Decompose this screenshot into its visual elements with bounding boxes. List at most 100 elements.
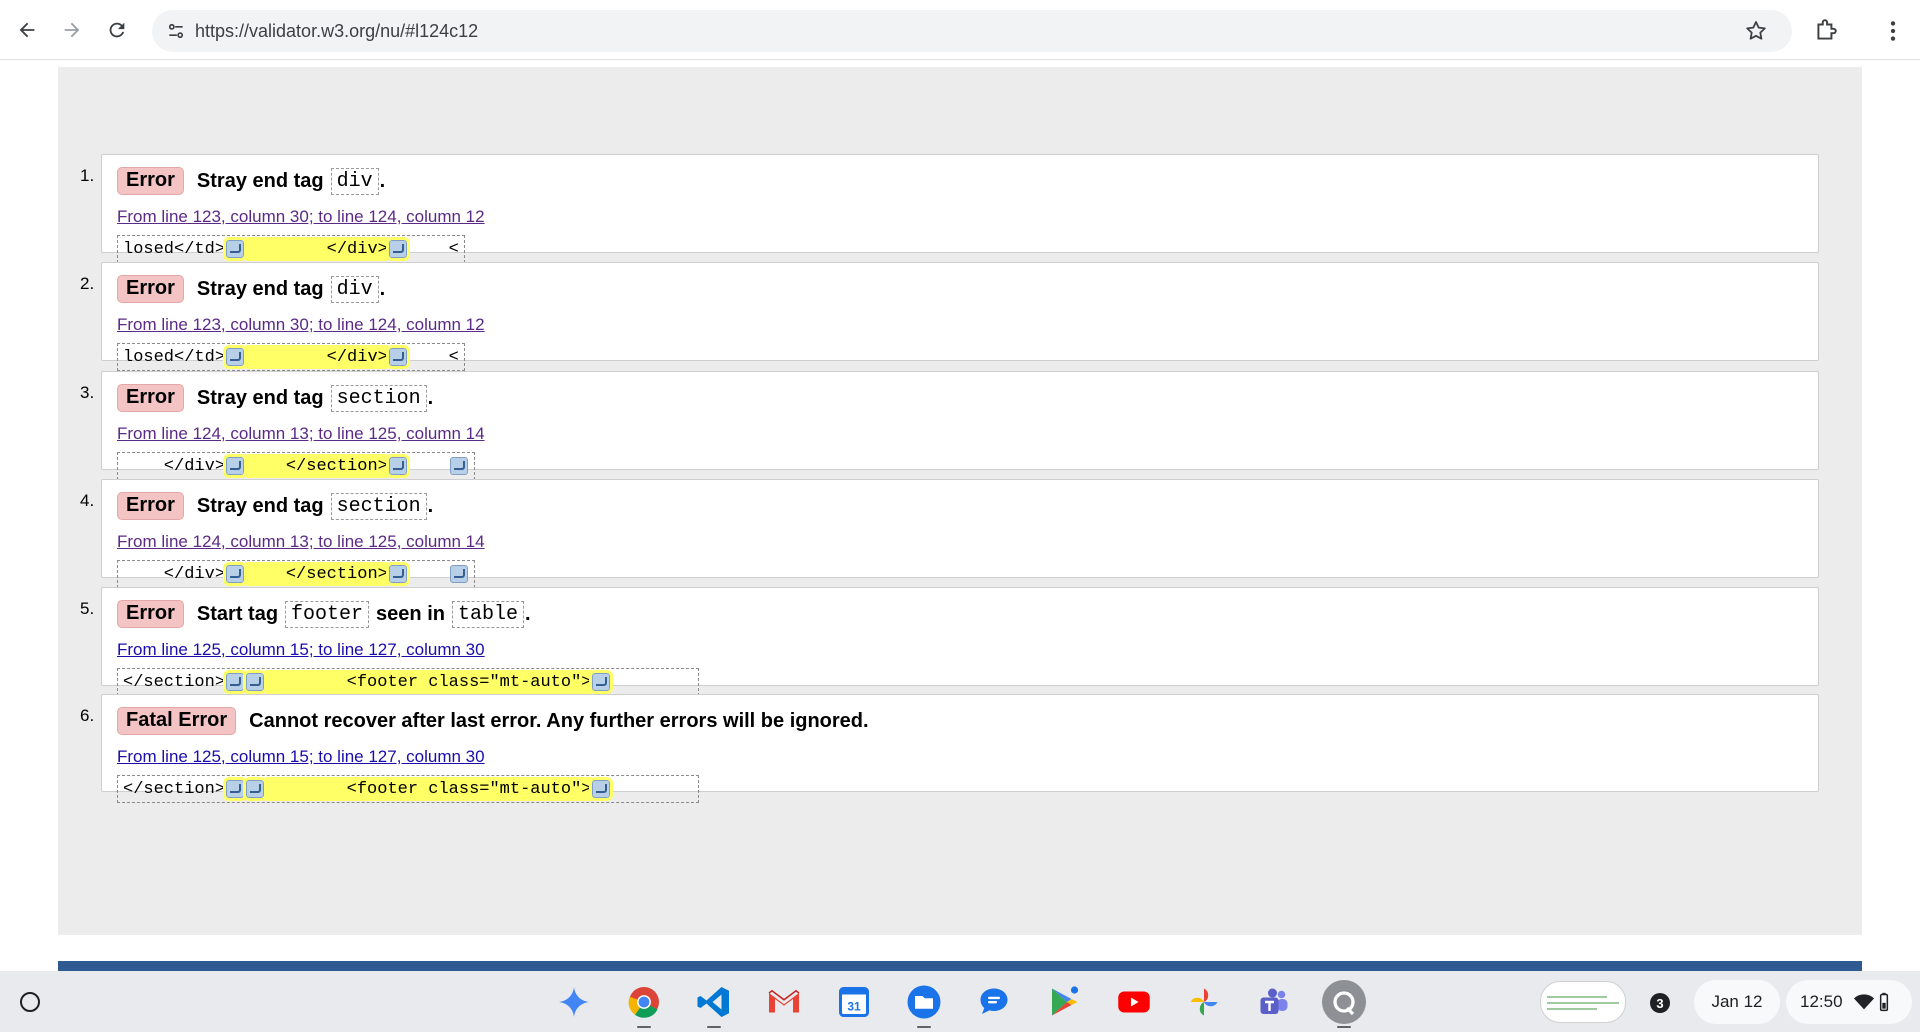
line-break-icon	[385, 237, 410, 261]
message-heading: Error Start tag footer seen in table.	[117, 600, 531, 628]
forward-button[interactable]	[54, 12, 90, 48]
extensions-icon[interactable]	[1813, 18, 1839, 44]
date-button[interactable]: Jan 12	[1694, 980, 1780, 1024]
extract-text: </div>	[123, 456, 226, 476]
messages-icon[interactable]	[972, 980, 1016, 1024]
message-number: 4.	[80, 491, 95, 510]
extract-text: losed</td>	[123, 347, 226, 367]
gemini-icon[interactable]	[552, 980, 596, 1024]
location-link[interactable]: From line 124, column 13; to line 125, c…	[117, 424, 485, 444]
vscode-icon[interactable]	[692, 980, 736, 1028]
message-code: footer	[285, 600, 370, 628]
error-type-badge: Error	[117, 167, 184, 195]
message-text: Cannot recover after last error. Any fur…	[249, 709, 869, 732]
message-text: .	[427, 494, 434, 517]
extract-highlight: <footer class="mt-auto">	[265, 777, 592, 801]
error-type-badge: Error	[117, 492, 184, 520]
bookmark-star-icon[interactable]	[1744, 19, 1768, 43]
error-type-badge: Error	[117, 275, 184, 303]
location-link[interactable]: From line 123, column 30; to line 124, c…	[117, 207, 485, 227]
launcher-button[interactable]	[20, 992, 40, 1012]
running-indicator	[707, 1026, 721, 1028]
back-button[interactable]	[9, 12, 45, 48]
source-extract: </section> <footer class="mt-auto">	[117, 668, 700, 696]
footer-bar	[58, 961, 1862, 971]
extract-text	[611, 780, 693, 799]
running-indicator	[1337, 1026, 1351, 1028]
extract-highlight: <footer class="mt-auto">	[265, 670, 592, 694]
address-bar[interactable]: https://validator.w3.org/nu/#l124c12	[152, 10, 1792, 52]
extract-text: losed</td>	[123, 239, 226, 259]
message-item: Fatal Error Cannot recover after last err…	[101, 694, 1819, 803]
line-break-icon	[385, 454, 410, 478]
location-link[interactable]: From line 123, column 30; to line 124, c…	[117, 315, 485, 335]
site-info-icon[interactable]	[164, 19, 188, 43]
message-item: Error Start tag footer seen in table. From li…	[101, 587, 1819, 696]
message-item: Error Stray end tag section. From line 124,…	[101, 479, 1819, 588]
message-heading: Error Stray end tag section.	[117, 492, 433, 520]
line-break-icon	[223, 562, 248, 586]
photos-icon[interactable]	[1182, 980, 1226, 1024]
source-extract: </section> <footer class="mt-auto">	[117, 775, 700, 803]
files-icon[interactable]	[902, 980, 946, 1028]
location-link[interactable]: From line 124, column 13; to line 125, c…	[117, 532, 485, 552]
message-text: .	[379, 169, 386, 192]
message-heading: Error Stray end tag div.	[117, 275, 385, 303]
reload-icon	[109, 22, 125, 38]
message-text: Start tag	[196, 602, 279, 625]
message-number: 2.	[80, 274, 95, 293]
line-break-icon	[589, 670, 614, 694]
play-store-icon[interactable]	[1042, 980, 1086, 1024]
message-code: div	[330, 167, 379, 195]
calendar-icon[interactable]: 31	[832, 980, 876, 1024]
message-number: 5.	[80, 599, 95, 618]
line-break-icon	[223, 454, 248, 478]
status-area[interactable]: 12:50	[1786, 980, 1912, 1024]
reload-button[interactable]	[99, 12, 135, 48]
teams-icon[interactable]	[1252, 980, 1296, 1024]
message-number: 6.	[80, 706, 95, 725]
notification-count-badge[interactable]: 3	[1650, 993, 1670, 1013]
message-code: section	[330, 492, 427, 520]
error-type-badge: Error	[117, 600, 184, 628]
location-link[interactable]: From line 125, column 15; to line 127, c…	[117, 640, 485, 660]
kebab-menu-icon[interactable]	[1880, 18, 1906, 44]
arrow-left-icon	[19, 22, 35, 38]
message-text: Stray end tag	[196, 494, 324, 517]
location-link[interactable]: From line 125, column 15; to line 127, c…	[117, 747, 485, 767]
running-indicator	[917, 1026, 931, 1028]
extract-text: <	[407, 347, 459, 367]
line-break-icon	[449, 565, 468, 583]
screen-thumbnail[interactable]	[1540, 981, 1626, 1023]
os-shelf: 31 3 Jan 12 12:50	[0, 971, 1920, 1032]
source-extract: </div> </section>	[117, 560, 475, 588]
message-text: Stray end tag	[196, 386, 324, 409]
extract-text	[611, 673, 693, 692]
message-number: 3.	[80, 383, 95, 402]
source-extract: losed</td> </div> <	[117, 343, 465, 371]
battery-icon	[1879, 992, 1888, 1012]
line-break-icon	[223, 345, 248, 369]
line-break-icon	[589, 777, 614, 801]
message-item: Error Stray end tag div. From line 123, col…	[101, 154, 1819, 263]
extract-highlight: </section>	[245, 454, 388, 478]
gmail-icon[interactable]	[762, 980, 806, 1024]
line-break-icon	[223, 237, 248, 261]
extract-text: </section>	[123, 672, 226, 692]
source-extract: </div> </section>	[117, 452, 475, 480]
page-content: 1. Error Stray end tag div. From line 123, c…	[0, 61, 1920, 971]
browser-toolbar: https://validator.w3.org/nu/#l124c12	[0, 0, 1920, 60]
screen-capture-icon[interactable]	[1322, 980, 1366, 1028]
wifi-icon	[1853, 994, 1874, 1010]
line-break-icon	[243, 777, 268, 801]
youtube-icon[interactable]	[1112, 980, 1156, 1024]
message-heading: Error Stray end tag section.	[117, 384, 433, 412]
message-heading: Fatal Error Cannot recover after last err…	[117, 707, 876, 735]
url-text[interactable]: https://validator.w3.org/nu/#l124c12	[195, 21, 478, 42]
line-break-icon	[385, 562, 410, 586]
chrome-icon[interactable]	[622, 980, 666, 1028]
message-item: Error Stray end tag section. From line 124,…	[101, 371, 1819, 480]
message-text: Stray end tag	[196, 169, 324, 192]
extract-text: <	[407, 239, 459, 259]
message-item: Error Stray end tag div. From line 123, col…	[101, 262, 1819, 371]
